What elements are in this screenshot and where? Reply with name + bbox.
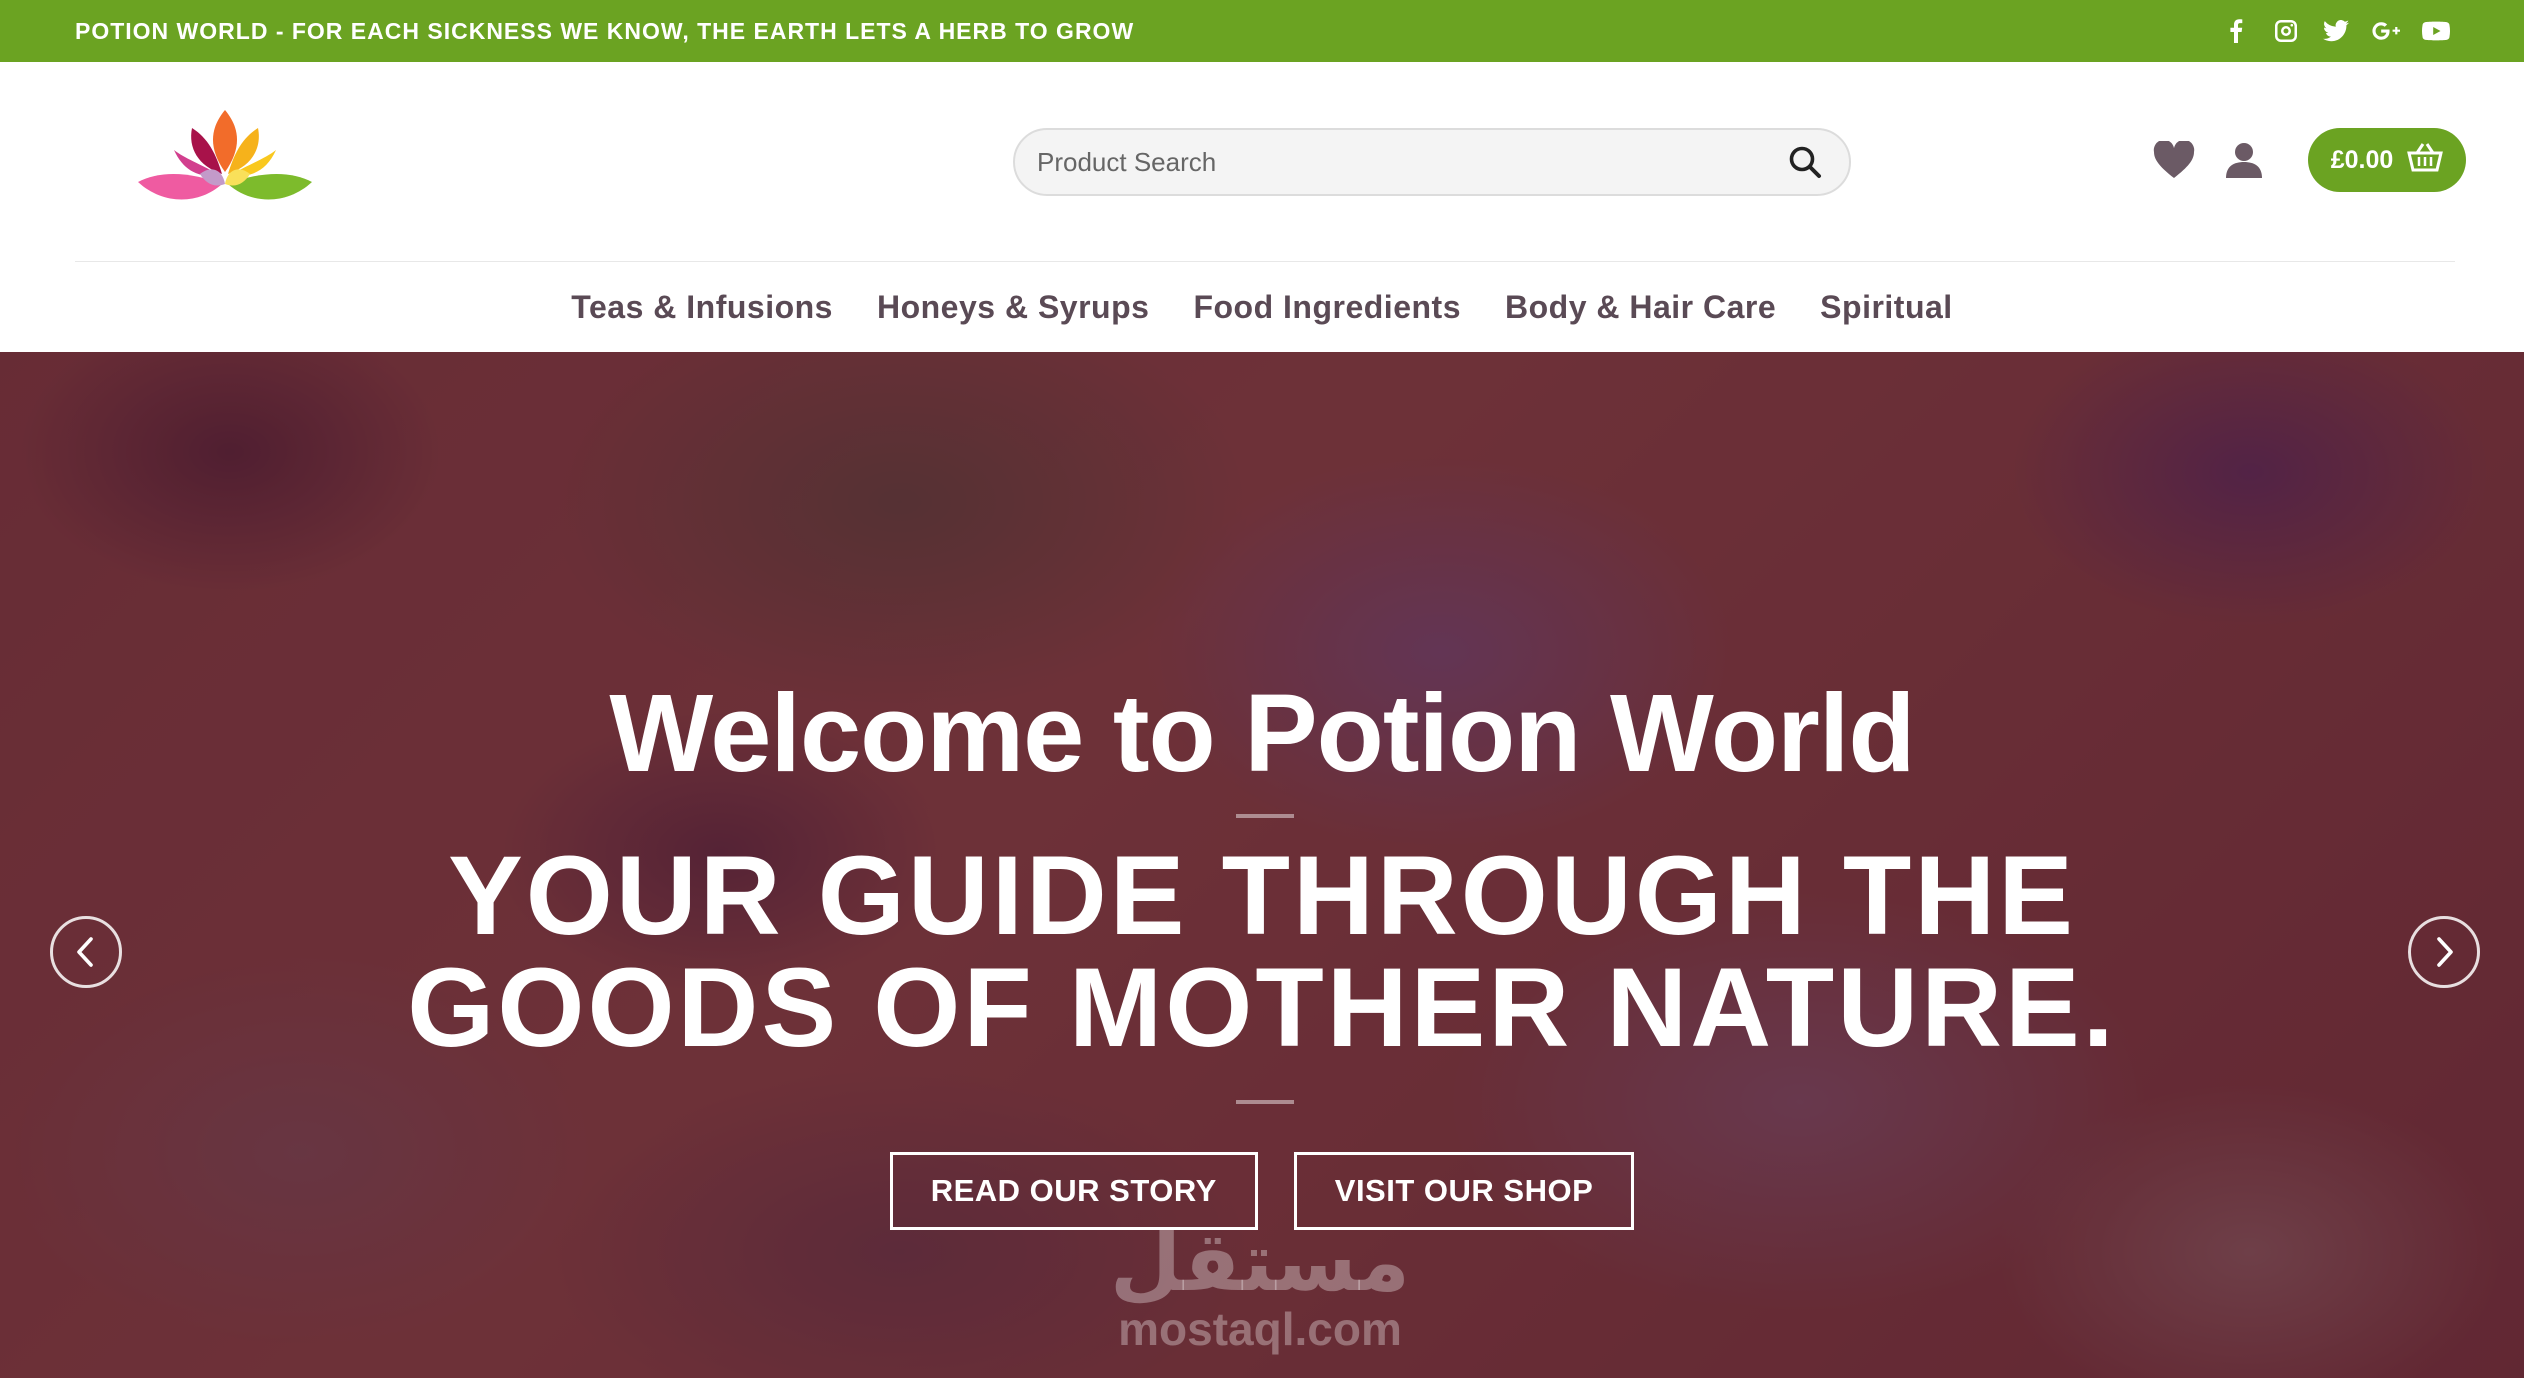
header-actions: £0.00 — [2150, 128, 2466, 192]
main-navigation: Teas & Infusions Honeys & Syrups Food In… — [0, 262, 2524, 352]
slider-prev-arrow[interactable] — [50, 916, 122, 988]
nav-item-spiritual[interactable]: Spiritual — [1820, 289, 1953, 326]
facebook-icon[interactable] — [2222, 17, 2250, 45]
hero-subtitle-line-2: GOODS OF MOTHER NATURE. — [407, 945, 2117, 1070]
slider-next-arrow[interactable] — [2408, 916, 2480, 988]
nav-item-honeys-syrups[interactable]: Honeys & Syrups — [877, 289, 1149, 326]
social-links — [2222, 17, 2450, 45]
youtube-icon[interactable] — [2422, 17, 2450, 45]
hero-divider-top — [1236, 814, 1294, 818]
google-plus-icon[interactable] — [2372, 17, 2400, 45]
twitter-icon[interactable] — [2322, 17, 2350, 45]
hero-divider-bottom — [1236, 1100, 1294, 1104]
account-user-icon[interactable] — [2220, 136, 2268, 184]
announcement-text: POTION WORLD - FOR EACH SICKNESS WE KNOW… — [75, 17, 1135, 44]
cart-total: £0.00 — [2330, 145, 2394, 174]
hero-title: Welcome to Potion World — [609, 672, 1915, 795]
watermark: مستقل mostaql.com — [1100, 1215, 1420, 1355]
wishlist-heart-icon[interactable] — [2150, 136, 2198, 184]
hero-subtitle: YOUR GUIDE THROUGH THE GOODS OF MOTHER N… — [0, 840, 2524, 1064]
instagram-icon[interactable] — [2272, 17, 2300, 45]
chevron-right-icon — [2437, 937, 2453, 967]
site-header: £0.00 — [0, 62, 2524, 263]
announcement-bar: POTION WORLD - FOR EACH SICKNESS WE KNOW… — [0, 0, 2524, 62]
product-search-bar — [1013, 128, 1851, 196]
hero-subtitle-line-1: YOUR GUIDE THROUGH THE — [448, 833, 2076, 958]
page: POTION WORLD - FOR EACH SICKNESS WE KNOW… — [0, 0, 2524, 1378]
hero-slider: Welcome to Potion World YOUR GUIDE THROU… — [0, 352, 2524, 1378]
search-icon[interactable] — [1785, 142, 1825, 182]
nav-item-body-hair-care[interactable]: Body & Hair Care — [1505, 289, 1776, 326]
nav-item-teas-infusions[interactable]: Teas & Infusions — [571, 289, 833, 326]
cart-button[interactable]: £0.00 — [2308, 128, 2466, 192]
chevron-left-icon — [77, 937, 93, 967]
nav-item-food-ingredients[interactable]: Food Ingredients — [1193, 289, 1461, 326]
lotus-logo[interactable] — [130, 100, 320, 212]
search-input[interactable] — [1037, 146, 1785, 178]
watermark-arabic: مستقل — [1110, 1215, 1410, 1310]
basket-icon — [2407, 142, 2444, 179]
watermark-latin: mostaql.com — [1118, 1303, 1402, 1355]
